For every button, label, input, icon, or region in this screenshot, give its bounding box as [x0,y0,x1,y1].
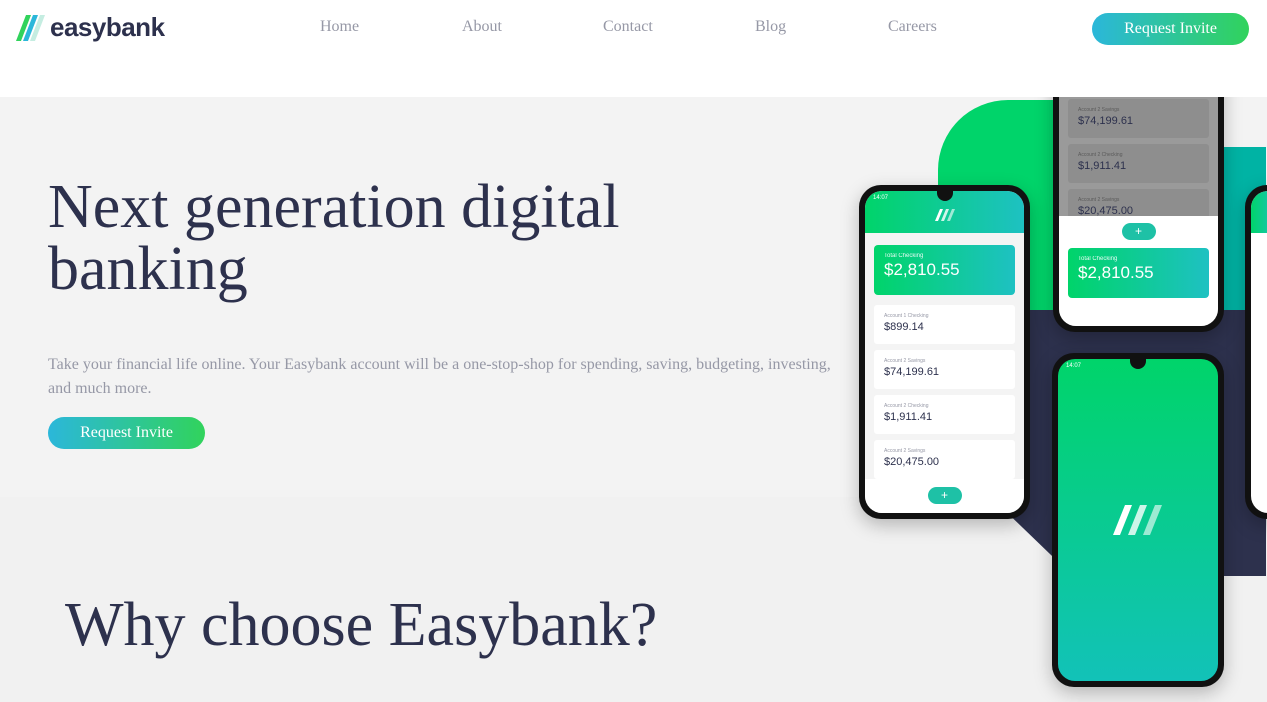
why-section-title: Why choose Easybank? [65,591,658,659]
nav-careers[interactable]: Careers [888,18,937,36]
easybank-logo-icon [16,14,45,41]
hero-description: Take your financial life online. Your Ea… [48,356,831,397]
nav-contact[interactable]: Contact [603,18,653,36]
brand-name: easybank [50,12,165,42]
nav-blog[interactable]: Blog [755,18,786,36]
hero-request-invite-button[interactable]: Request Invite [48,417,205,449]
nav-about[interactable]: About [462,18,502,36]
site-header: easybank Home About Contact Blog Careers… [0,0,1267,97]
hero-title: Next generation digital banking [48,173,620,303]
easybank-logo-icon [1113,505,1162,535]
brand-logo[interactable]: easybank [16,12,165,43]
header-request-invite-button[interactable]: Request Invite [1092,13,1249,45]
nav-home[interactable]: Home [320,18,359,36]
